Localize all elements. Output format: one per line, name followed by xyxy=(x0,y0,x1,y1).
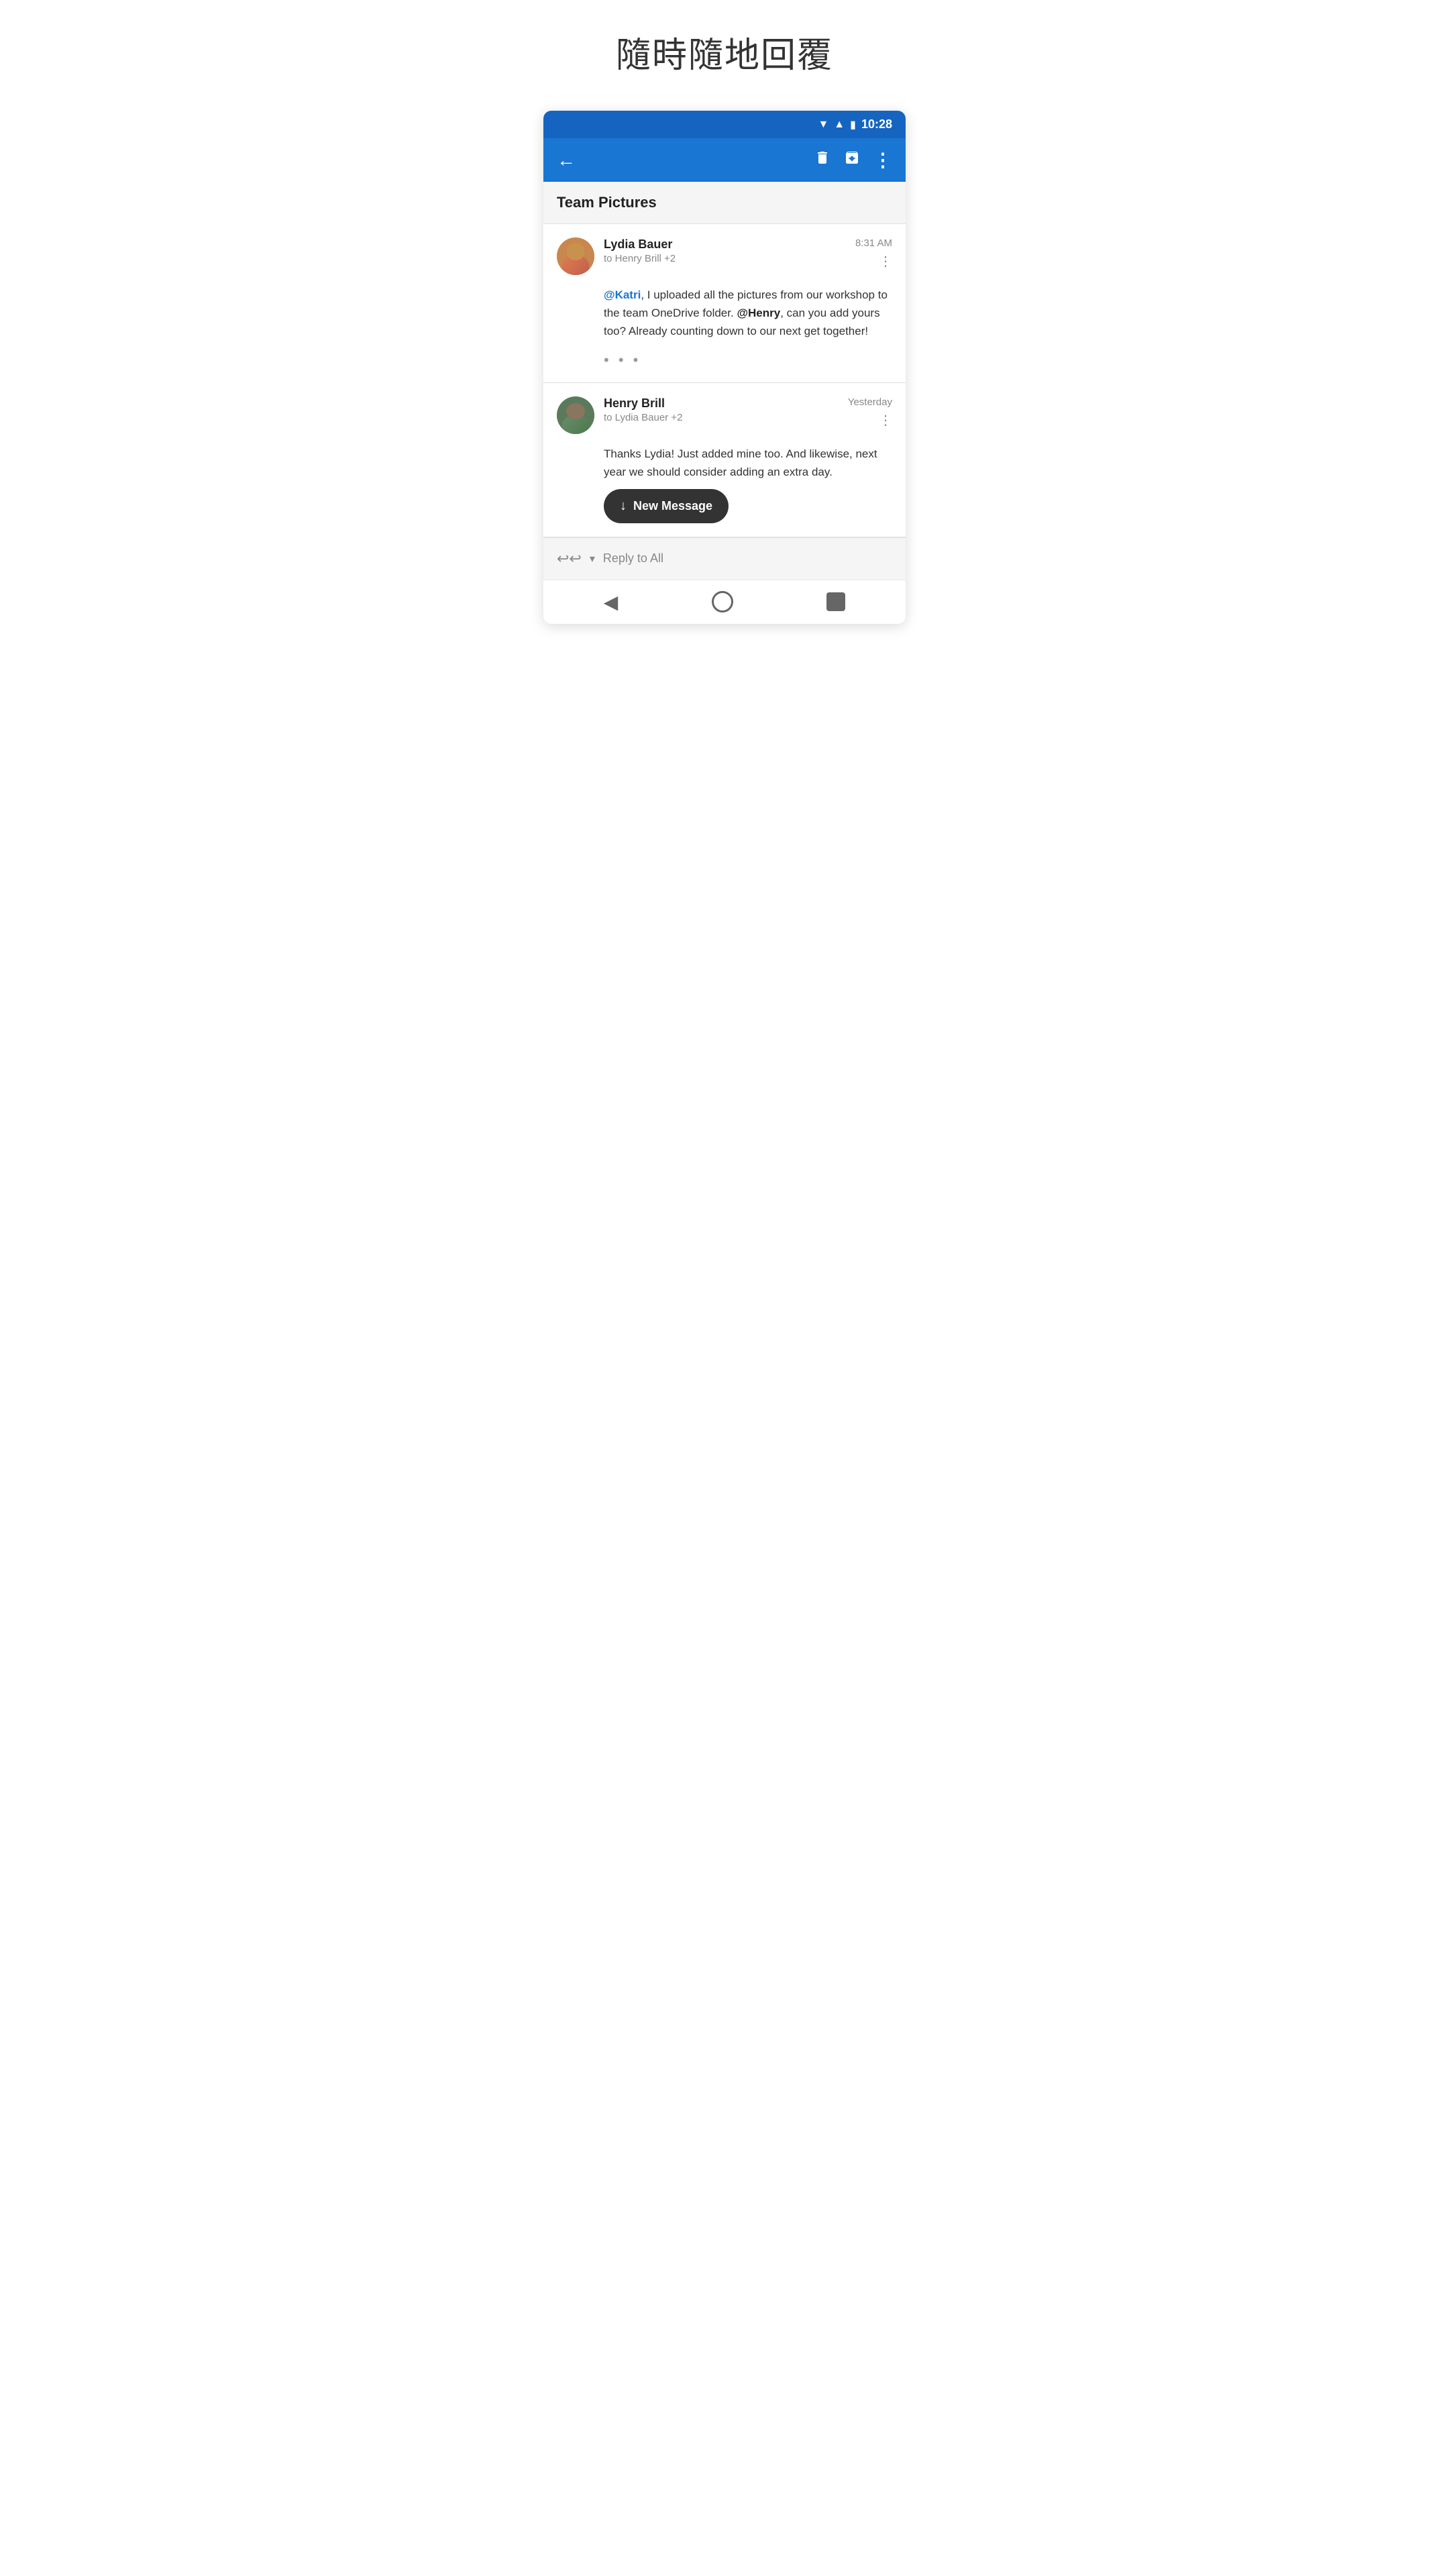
email-body-1: @Katri, I uploaded all the pictures from… xyxy=(557,286,892,341)
battery-icon: ▮ xyxy=(850,118,856,131)
fab-arrow-icon: ↓ xyxy=(620,498,627,514)
sender-name-1: Lydia Bauer xyxy=(604,237,846,252)
page-wrapper: 隨時隨地回覆 ▼ ▲ ▮ 10:28 ← xyxy=(543,27,906,624)
signal-icon: ▲ xyxy=(834,119,845,131)
wifi-icon: ▼ xyxy=(818,119,828,131)
reply-all-icon: ↩↩ xyxy=(557,550,582,568)
nav-recents-button[interactable] xyxy=(826,592,845,611)
status-time: 10:28 xyxy=(861,117,892,131)
sender-info-1: Lydia Bauer to Henry Brill +2 xyxy=(604,237,846,264)
email-time-2: Yesterday xyxy=(848,396,892,408)
nav-back-button[interactable]: ◀ xyxy=(604,591,619,613)
sender-name-2: Henry Brill xyxy=(604,396,839,411)
status-icons: ▼ ▲ ▮ 10:28 xyxy=(818,117,892,131)
email-more-2[interactable]: ⋮ xyxy=(879,412,892,429)
nav-bar: ◀ xyxy=(543,580,906,624)
reply-label[interactable]: Reply to All xyxy=(603,551,663,566)
reply-bar: ↩↩ ▾ Reply to All xyxy=(543,537,906,580)
email-list: Lydia Bauer to Henry Brill +2 8:31 AM ⋮ … xyxy=(543,224,906,537)
reply-dropdown-icon[interactable]: ▾ xyxy=(590,552,595,566)
archive-button[interactable] xyxy=(844,150,860,170)
loading-dots: • • • xyxy=(557,352,892,369)
email-more-1[interactable]: ⋮ xyxy=(879,253,892,270)
avatar-lydia xyxy=(557,237,594,275)
nav-home-button[interactable] xyxy=(712,591,733,612)
new-message-fab[interactable]: ↓ New Message xyxy=(604,489,729,523)
sender-info-2: Henry Brill to Lydia Bauer +2 xyxy=(604,396,839,423)
mention-henry: @Henry xyxy=(737,307,780,319)
toolbar-right: ⋮ xyxy=(814,149,892,171)
page-headline: 隨時隨地回覆 xyxy=(616,27,833,77)
phone-frame: ▼ ▲ ▮ 10:28 ← xyxy=(543,111,906,624)
avatar-henry xyxy=(557,396,594,434)
mention-katri: @Katri xyxy=(604,288,641,301)
email-meta-1: 8:31 AM ⋮ xyxy=(855,237,892,270)
status-bar: ▼ ▲ ▮ 10:28 xyxy=(543,111,906,138)
email-item-1: Lydia Bauer to Henry Brill +2 8:31 AM ⋮ … xyxy=(543,224,906,383)
email-time-1: 8:31 AM xyxy=(855,237,892,249)
sender-to-1: to Henry Brill +2 xyxy=(604,253,846,264)
delete-button[interactable] xyxy=(814,150,830,170)
thread-title-bar: Team Pictures xyxy=(543,182,906,224)
back-button[interactable]: ← xyxy=(557,150,576,171)
more-options-button[interactable]: ⋮ xyxy=(873,149,892,171)
email-header-2: Henry Brill to Lydia Bauer +2 Yesterday … xyxy=(557,396,892,434)
email-body-2: Thanks Lydia! Just added mine too. And l… xyxy=(557,445,892,481)
email-meta-2: Yesterday ⋮ xyxy=(848,396,892,429)
sender-to-2: to Lydia Bauer +2 xyxy=(604,412,839,423)
email-header-1: Lydia Bauer to Henry Brill +2 8:31 AM ⋮ xyxy=(557,237,892,275)
email-item-2: Henry Brill to Lydia Bauer +2 Yesterday … xyxy=(543,383,906,537)
fab-label: New Message xyxy=(633,499,712,513)
thread-title: Team Pictures xyxy=(557,194,892,211)
toolbar-left: ← xyxy=(557,150,576,171)
email-text-2: Thanks Lydia! Just added mine too. And l… xyxy=(604,447,877,478)
app-toolbar: ← ⋮ xyxy=(543,138,906,182)
